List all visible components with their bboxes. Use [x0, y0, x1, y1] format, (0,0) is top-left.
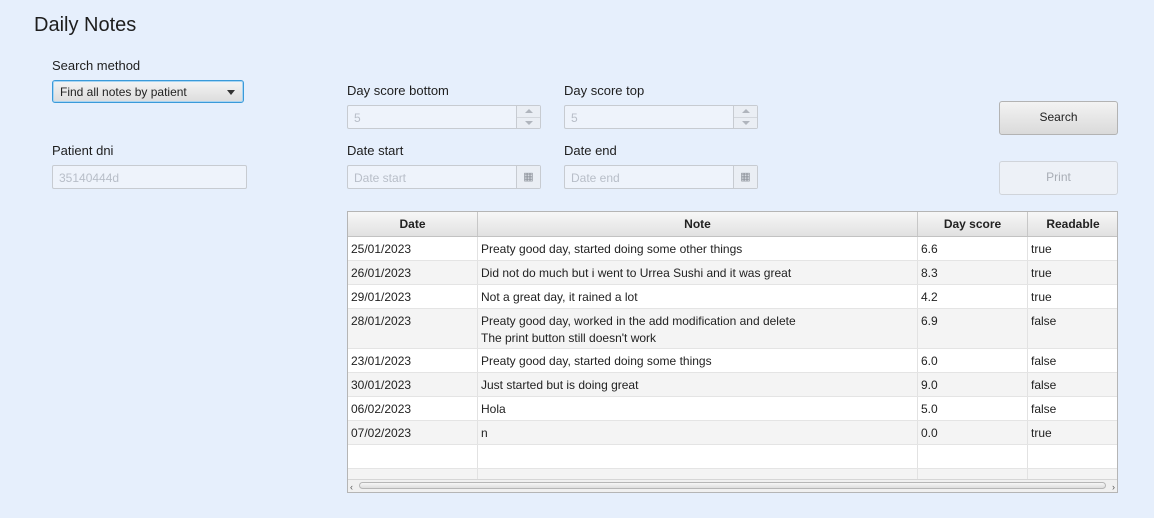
search-method-dropdown[interactable]: Find all notes by patient [52, 80, 244, 103]
table-header: Date Note Day score Readable [348, 212, 1117, 237]
cell-readable: false [1031, 314, 1057, 328]
cell-day-score: 5.0 [918, 397, 1028, 420]
cell-date: 23/01/2023 [348, 349, 478, 372]
cell-date: 30/01/2023 [348, 373, 478, 396]
cell-date: 26/01/2023 [348, 261, 478, 284]
cell-date: 25/01/2023 [348, 237, 478, 260]
horizontal-scrollbar[interactable]: ‹ › [348, 479, 1117, 492]
column-header-day-score[interactable]: Day score [918, 212, 1028, 236]
calendar-icon[interactable]: ▦ [516, 166, 540, 188]
calendar-icon[interactable]: ▦ [733, 166, 757, 188]
search-method-value: Find all notes by patient [60, 85, 187, 99]
decrement-arrow-icon[interactable] [525, 121, 533, 125]
day-score-top-spinner[interactable]: 5 [564, 105, 758, 129]
cell-day-score: 6.9 [918, 309, 1028, 348]
date-end-picker[interactable]: Date end ▦ [564, 165, 758, 189]
cell-note: Hola [478, 397, 918, 420]
notes-table[interactable]: Date Note Day score Readable 25/01/2023 P… [347, 211, 1118, 493]
table-row[interactable]: 26/01/2023 Did not do much but i went to … [348, 261, 1117, 285]
day-score-bottom-value: 5 [354, 111, 361, 125]
cell-day-score: 8.3 [918, 261, 1028, 284]
empty-cell [348, 445, 478, 468]
spinner-buttons[interactable] [516, 106, 540, 128]
table-body: 25/01/2023 Preaty good day, started doing… [348, 237, 1117, 492]
cell-readable: true [1031, 290, 1052, 304]
patient-dni-input[interactable]: 35140444d [52, 165, 247, 189]
cell-day-score: 4.2 [918, 285, 1028, 308]
cell-note: Did not do much but i went to Urrea Sush… [478, 261, 918, 284]
cell-date: 06/02/2023 [348, 397, 478, 420]
patient-dni-value: 35140444d [59, 171, 120, 185]
date-start-placeholder: Date start [354, 171, 407, 185]
date-end-placeholder: Date end [571, 171, 620, 185]
cell-readable: true [1031, 266, 1052, 280]
cell-day-score: 9.0 [918, 373, 1028, 396]
decrement-arrow-icon[interactable] [742, 121, 750, 125]
cell-day-score: 0.0 [918, 421, 1028, 444]
cell-readable: true [1031, 426, 1052, 440]
scroll-left-icon[interactable]: ‹ [350, 482, 353, 492]
empty-row [348, 445, 1117, 469]
day-score-top-value: 5 [571, 111, 578, 125]
column-header-note[interactable]: Note [478, 212, 918, 236]
cell-date: 29/01/2023 [348, 285, 478, 308]
column-header-readable[interactable]: Readable [1028, 212, 1117, 236]
date-end-label: Date end [564, 143, 617, 158]
print-button[interactable]: Print [999, 161, 1118, 195]
date-start-label: Date start [347, 143, 404, 158]
search-method-label: Search method [52, 58, 141, 73]
cell-note: Preaty good day, worked in the add modif… [478, 309, 918, 348]
table-row[interactable]: 28/01/2023 Preaty good day, worked in the… [348, 309, 1117, 349]
date-start-picker[interactable]: Date start ▦ [347, 165, 541, 189]
table-row[interactable]: 29/01/2023 Not a great day, it rained a l… [348, 285, 1117, 309]
cell-note: Not a great day, it rained a lot [478, 285, 918, 308]
table-row[interactable]: 07/02/2023 n 0.0 true [348, 421, 1117, 445]
cell-readable: false [1031, 378, 1057, 392]
table-row[interactable]: 25/01/2023 Preaty good day, started doing… [348, 237, 1117, 261]
cell-note: Just started but is doing great [478, 373, 918, 396]
day-score-top-label: Day score top [564, 83, 645, 98]
table-row[interactable]: 30/01/2023 Just started but is doing grea… [348, 373, 1117, 397]
cell-note: n [478, 421, 918, 444]
empty-cell [918, 445, 1028, 468]
search-button[interactable]: Search [999, 101, 1118, 135]
cell-day-score: 6.6 [918, 237, 1028, 260]
scrollbar-thumb[interactable] [359, 482, 1106, 489]
cell-readable: true [1031, 242, 1052, 256]
cell-note: Preaty good day, started doing some thin… [478, 349, 918, 372]
page-title: Daily Notes [34, 14, 137, 36]
cell-readable: false [1031, 354, 1057, 368]
increment-arrow-icon[interactable] [525, 109, 533, 113]
cell-day-score: 6.0 [918, 349, 1028, 372]
empty-cell [1028, 445, 1117, 468]
chevron-down-icon [227, 90, 235, 95]
day-score-bottom-spinner[interactable]: 5 [347, 105, 541, 129]
table-row[interactable]: 23/01/2023 Preaty good day, started doing… [348, 349, 1117, 373]
cell-date: 28/01/2023 [348, 309, 478, 348]
table-row[interactable]: 06/02/2023 Hola 5.0 false [348, 397, 1117, 421]
spinner-buttons[interactable] [733, 106, 757, 128]
cell-readable: false [1031, 402, 1057, 416]
empty-cell [478, 445, 918, 468]
patient-dni-label: Patient dni [52, 143, 114, 158]
increment-arrow-icon[interactable] [742, 109, 750, 113]
scroll-right-icon[interactable]: › [1112, 482, 1115, 492]
cell-date: 07/02/2023 [348, 421, 478, 444]
column-header-date[interactable]: Date [348, 212, 478, 236]
cell-note: Preaty good day, started doing some othe… [478, 237, 918, 260]
day-score-bottom-label: Day score bottom [347, 83, 449, 98]
